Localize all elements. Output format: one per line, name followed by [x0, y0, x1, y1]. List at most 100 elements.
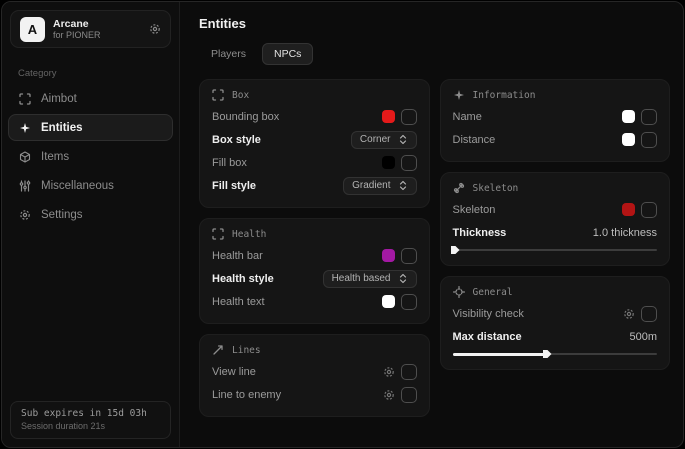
setting-label: Health bar: [212, 250, 263, 262]
sidebar: A Arcane for PIONER Category Aimbot Enti…: [2, 2, 180, 447]
app-name: Arcane: [53, 18, 141, 30]
view-line-checkbox[interactable]: [401, 364, 417, 380]
slider-track: [453, 249, 658, 251]
card-title: General: [473, 287, 513, 298]
setting-label: Name: [453, 111, 482, 123]
sparkle-icon: [453, 89, 465, 101]
card-title: Information: [473, 90, 536, 101]
max-distance-slider[interactable]: [453, 349, 658, 359]
scan-brackets-icon: [212, 228, 224, 240]
box-style-select[interactable]: Corner: [351, 131, 417, 149]
chevron-up-down-icon: [398, 134, 408, 145]
card-title: Lines: [232, 345, 261, 356]
card-title: Box: [232, 90, 249, 101]
select-value: Health based: [332, 273, 391, 284]
health-bar-checkbox[interactable]: [401, 248, 417, 264]
entities-icon: [19, 122, 31, 134]
setting-label: Fill style: [212, 180, 256, 192]
health-style-select[interactable]: Health based: [323, 270, 417, 288]
sidebar-item-items[interactable]: Items: [8, 143, 173, 170]
tab-npcs[interactable]: NPCs: [262, 43, 313, 65]
card-information: Information Name Distance: [440, 79, 671, 162]
subscription-info: Sub expires in 15d 03h Session duration …: [10, 401, 171, 439]
setting-row-fill-style: Fill style Gradient: [212, 174, 417, 197]
setting-row-fill-box: Fill box: [212, 151, 417, 174]
slider-thumb[interactable]: [451, 246, 460, 254]
gear-icon[interactable]: [623, 308, 635, 320]
sliders-icon: [19, 180, 31, 192]
card-health: Health Health bar Health style Health ba…: [199, 218, 430, 324]
gear-icon[interactable]: [383, 389, 395, 401]
bounding-box-checkbox[interactable]: [401, 109, 417, 125]
crosshair-scan-icon: [19, 93, 31, 105]
card-title: Skeleton: [473, 183, 519, 194]
slider-thumb[interactable]: [543, 350, 552, 358]
sidebar-item-aimbot[interactable]: Aimbot: [8, 85, 173, 112]
setting-row-bounding-box: Bounding box: [212, 105, 417, 128]
setting-row-distance: Distance: [453, 128, 658, 151]
select-value: Gradient: [352, 180, 390, 191]
color-swatch[interactable]: [622, 203, 635, 216]
setting-label: Max distance: [453, 331, 522, 343]
card-lines: Lines View line Line to enemy: [199, 334, 430, 417]
color-swatch[interactable]: [382, 110, 395, 123]
setting-label: View line: [212, 366, 256, 378]
sidebar-item-label: Settings: [41, 209, 83, 221]
sidebar-item-label: Miscellaneous: [41, 180, 114, 192]
max-distance-value: 500m: [629, 331, 657, 343]
thickness-slider[interactable]: [453, 245, 658, 255]
tab-players[interactable]: Players: [199, 43, 258, 65]
entity-tabs: Players NPCs: [199, 43, 670, 65]
setting-label: Thickness: [453, 227, 507, 239]
card-title: Health: [232, 229, 266, 240]
name-checkbox[interactable]: [641, 109, 657, 125]
distance-checkbox[interactable]: [641, 132, 657, 148]
setting-row-skeleton: Skeleton: [453, 198, 658, 221]
skeleton-checkbox[interactable]: [641, 202, 657, 218]
sidebar-nav: Aimbot Entities Items Miscellaneous Sett…: [2, 85, 179, 228]
fill-style-select[interactable]: Gradient: [343, 177, 416, 195]
chevron-up-down-icon: [398, 180, 408, 191]
slider-fill: [453, 353, 545, 356]
app-logo: A: [20, 17, 45, 42]
color-swatch[interactable]: [382, 249, 395, 262]
color-swatch[interactable]: [622, 110, 635, 123]
health-text-checkbox[interactable]: [401, 294, 417, 310]
line-to-enemy-checkbox[interactable]: [401, 387, 417, 403]
app-header: A Arcane for PIONER: [10, 10, 171, 48]
sidebar-item-entities[interactable]: Entities: [8, 114, 173, 141]
setting-row-max-distance: Max distance 500m: [453, 325, 658, 348]
card-skeleton: Skeleton Skeleton Thickness 1.0 thicknes…: [440, 172, 671, 266]
color-swatch[interactable]: [382, 156, 395, 169]
visibility-check-checkbox[interactable]: [641, 306, 657, 322]
package-icon: [19, 151, 31, 163]
app-window: A Arcane for PIONER Category Aimbot Enti…: [1, 1, 684, 448]
category-label: Category: [18, 68, 179, 79]
setting-label: Health text: [212, 296, 265, 308]
gear-icon[interactable]: [149, 23, 161, 35]
page-title: Entities: [199, 16, 670, 31]
sidebar-item-label: Items: [41, 151, 69, 163]
setting-label: Skeleton: [453, 204, 496, 216]
setting-label: Distance: [453, 134, 496, 146]
color-swatch[interactable]: [382, 295, 395, 308]
color-swatch[interactable]: [622, 133, 635, 146]
app-subtitle: for PIONER: [53, 30, 141, 40]
gear-icon: [19, 209, 31, 221]
gear-icon[interactable]: [383, 366, 395, 378]
sub-expiry-text: Sub expires in 15d 03h: [21, 408, 160, 419]
setting-row-visibility-check: Visibility check: [453, 302, 658, 325]
chevron-up-down-icon: [398, 273, 408, 284]
diagonal-line-icon: [212, 344, 224, 356]
sidebar-item-label: Entities: [41, 122, 83, 134]
fill-box-checkbox[interactable]: [401, 155, 417, 171]
setting-label: Visibility check: [453, 308, 524, 320]
sidebar-item-label: Aimbot: [41, 93, 77, 105]
sidebar-item-settings[interactable]: Settings: [8, 201, 173, 228]
setting-row-health-text: Health text: [212, 290, 417, 313]
setting-label: Bounding box: [212, 111, 279, 123]
setting-row-name: Name: [453, 105, 658, 128]
setting-label: Box style: [212, 134, 261, 146]
setting-label: Line to enemy: [212, 389, 281, 401]
sidebar-item-miscellaneous[interactable]: Miscellaneous: [8, 172, 173, 199]
